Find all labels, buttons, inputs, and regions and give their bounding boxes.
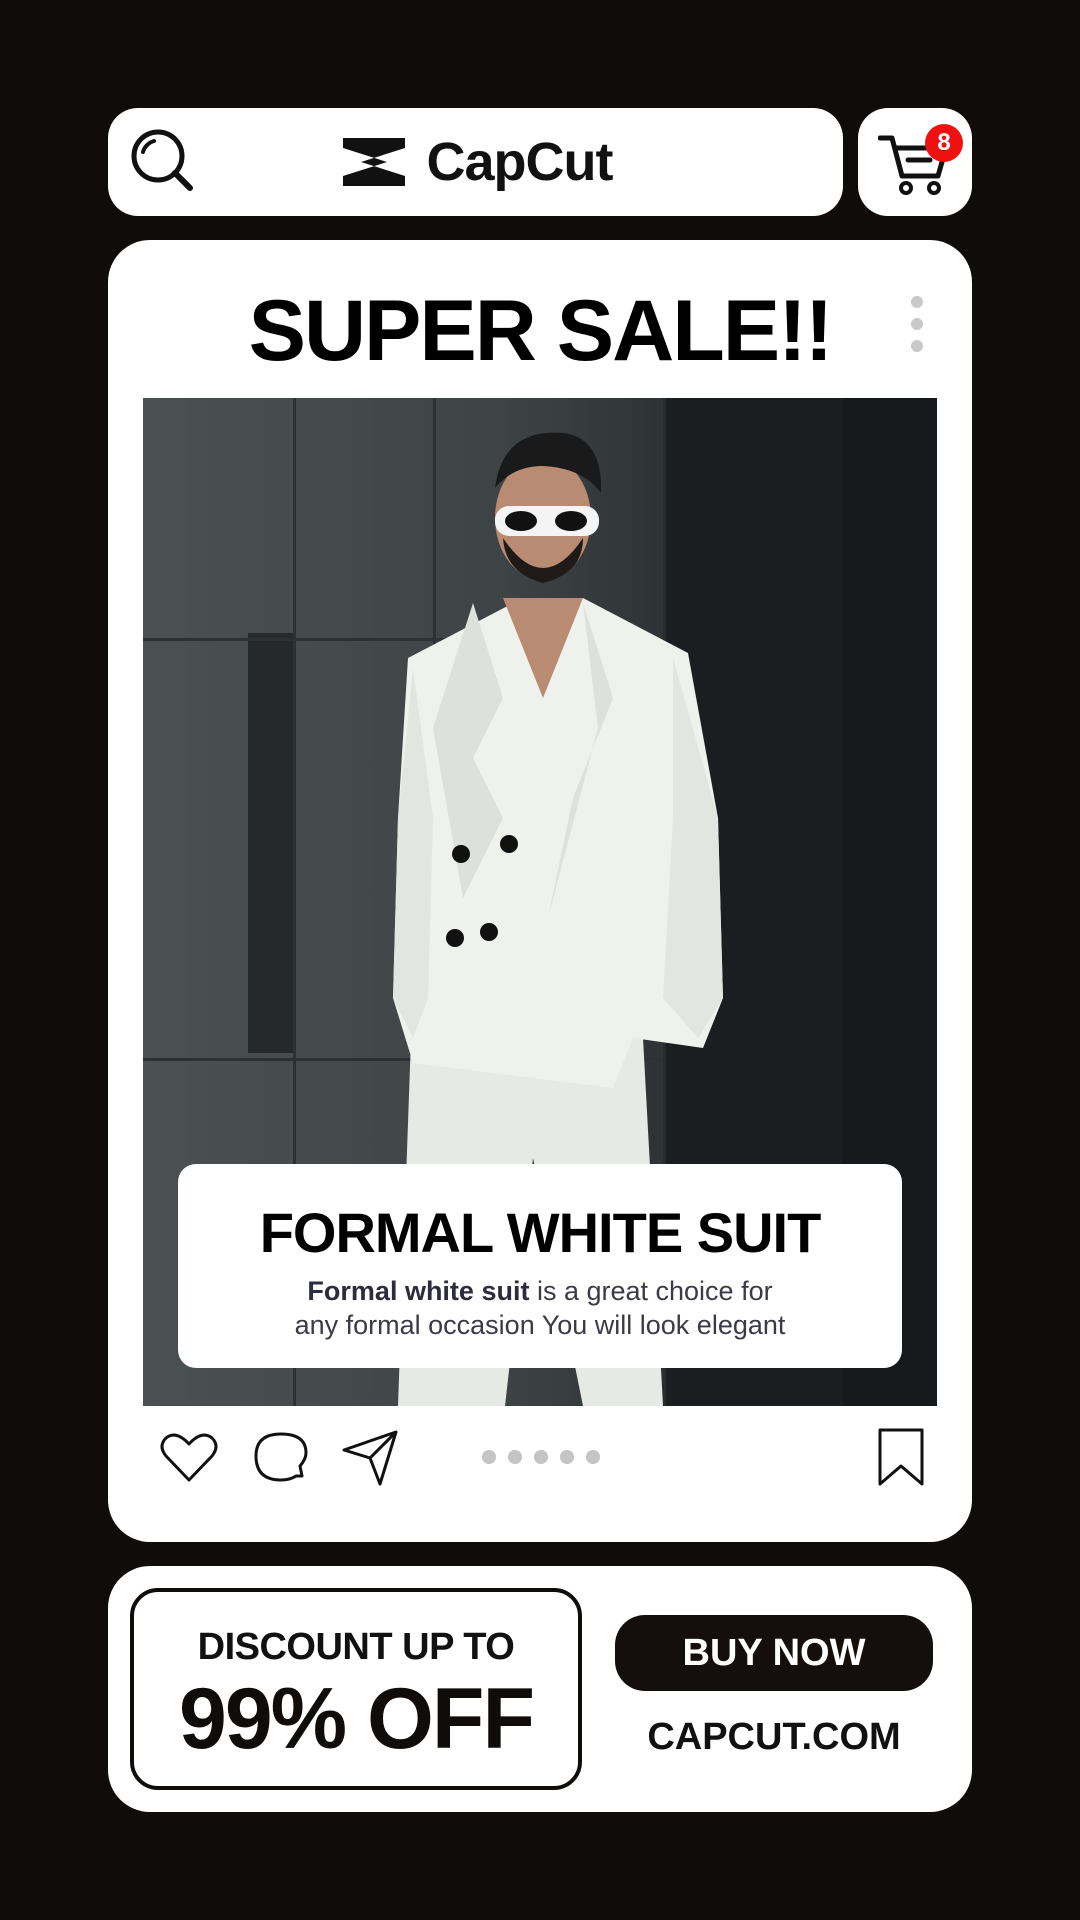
comment-icon[interactable] — [250, 1426, 312, 1488]
page: CapCut 8 SUPER SALE!! FORMAL WHITE SUIT … — [0, 0, 1080, 1920]
product-description: Formal white suit is a great choice for … — [218, 1274, 862, 1342]
more-vertical-icon[interactable] — [905, 296, 929, 352]
carousel-dot[interactable] — [482, 1450, 496, 1464]
carousel-dot[interactable] — [534, 1450, 548, 1464]
bookmark-icon[interactable] — [870, 1426, 932, 1488]
cart-count-badge: 8 — [925, 124, 963, 162]
description-line2: any formal occasion You will look elegan… — [294, 1310, 786, 1340]
carousel-dot[interactable] — [586, 1450, 600, 1464]
promo-banner: DISCOUNT UP TO 99% OFF BUY NOW CAPCUT.CO… — [108, 1566, 972, 1812]
discount-value: 99% OFF — [179, 1671, 535, 1767]
discount-label: DISCOUNT UP TO — [197, 1626, 515, 1668]
post-card: SUPER SALE!! FORMAL WHITE SUIT Formal wh… — [108, 240, 972, 1542]
product-title: FORMAL WHITE SUIT — [259, 1201, 822, 1264]
capcut-logo-icon — [342, 138, 405, 186]
site-url-link[interactable]: CAPCUT.COM — [615, 1716, 933, 1759]
heart-icon[interactable] — [158, 1426, 220, 1488]
post-actions — [108, 1426, 972, 1506]
buy-now-button[interactable]: BUY NOW — [615, 1615, 933, 1691]
description-line1: is a great choice for — [529, 1276, 773, 1306]
post-title: SUPER SALE!! — [248, 283, 834, 379]
brand-name: CapCut — [426, 132, 614, 192]
discount-box: DISCOUNT UP TO 99% OFF — [130, 1588, 582, 1790]
cart-button[interactable] — [858, 108, 972, 216]
brand: CapCut — [108, 108, 843, 216]
carousel-dots — [482, 1450, 600, 1464]
carousel-dot[interactable] — [508, 1450, 522, 1464]
product-caption: FORMAL WHITE SUIT Formal white suit is a… — [178, 1164, 902, 1368]
carousel-dot[interactable] — [560, 1450, 574, 1464]
search-bar[interactable]: CapCut — [108, 108, 843, 216]
share-icon[interactable] — [340, 1426, 402, 1488]
description-bold: Formal white suit — [307, 1276, 530, 1306]
